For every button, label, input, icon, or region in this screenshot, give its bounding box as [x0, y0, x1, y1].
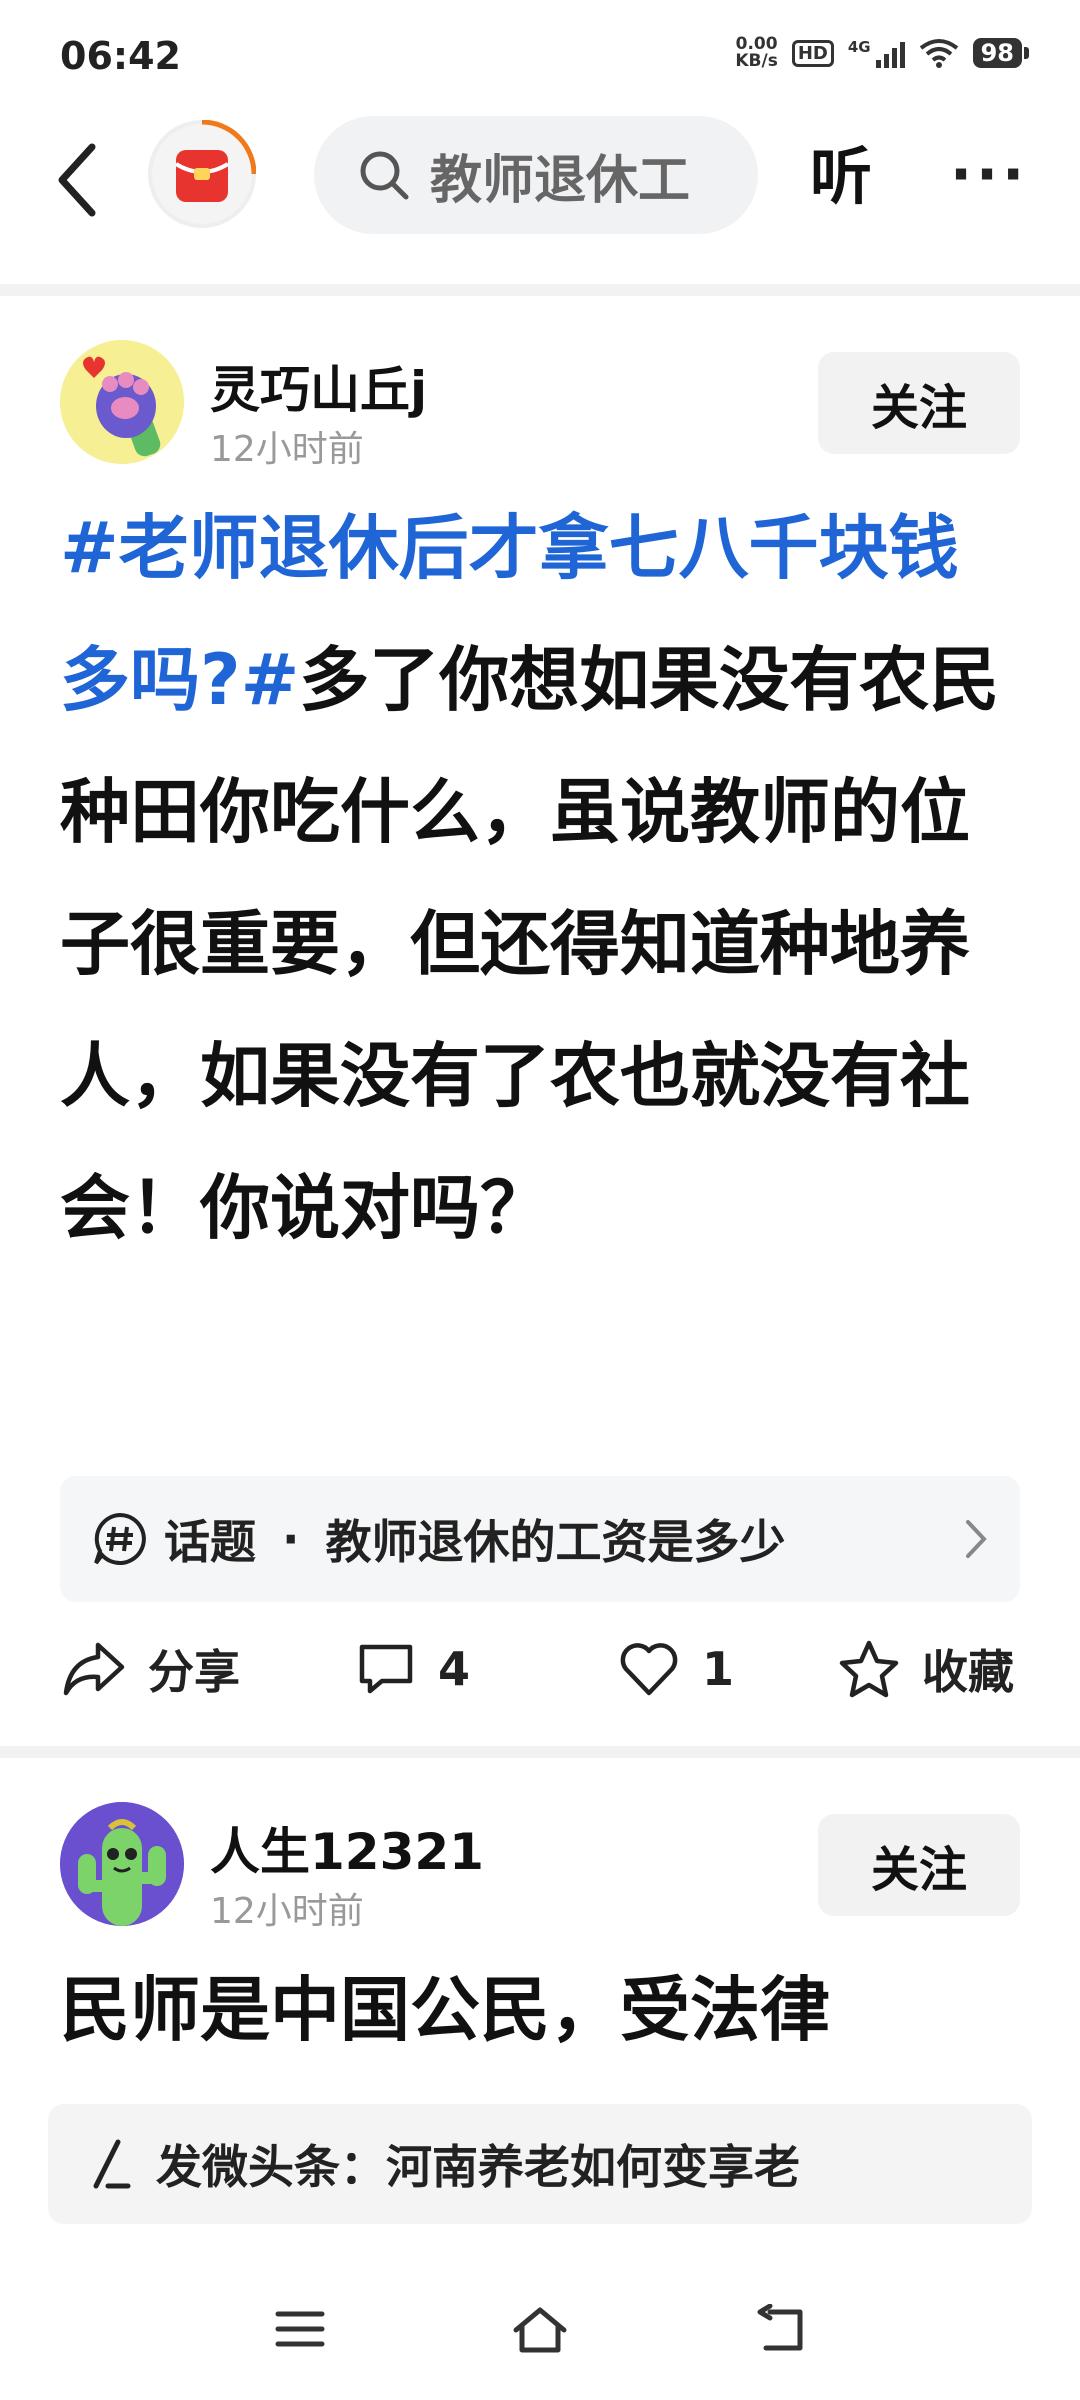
network-speed-unit: KB/s: [735, 51, 778, 71]
post-author-name[interactable]: 人生12321: [210, 1812, 484, 1884]
network-speed: 0.00 KB/s: [735, 36, 777, 70]
screen: 06:42 0.00 KB/s HD 4G 98 教师退休工 听 ··· 灵巧山…: [0, 0, 1080, 2400]
status-icons: 0.00 KB/s HD 4G 98: [735, 36, 1030, 70]
listen-button[interactable]: 听: [810, 126, 872, 216]
cactus-avatar-icon: [60, 1802, 184, 1926]
menu-icon[interactable]: [272, 2304, 328, 2354]
topic-label: 话题: [164, 1515, 256, 1569]
wifi-icon: [919, 39, 958, 68]
avatar[interactable]: [60, 340, 184, 464]
hashtag-bubble-icon: [94, 1512, 146, 1565]
topic-title: 教师退休的工资是多少: [325, 1515, 786, 1569]
comment-icon: [359, 1644, 413, 1694]
search-bar[interactable]: 教师退休工: [314, 116, 758, 234]
comment-button[interactable]: 4: [356, 1624, 470, 1714]
pen-icon: [93, 2139, 131, 2189]
status-bar: 06:42 0.00 KB/s HD 4G 98: [0, 0, 1080, 110]
topic-separator: ·: [282, 1512, 300, 1566]
post-card: 灵巧山丘j 12小时前 关注 #老师退休后才拿七八千块钱多吗?#多了你想如果没有…: [0, 296, 1080, 1746]
paw-avatar-icon: [60, 340, 184, 464]
post-content[interactable]: #老师退休后才拿七八千块钱多吗?#多了你想如果没有农民种田你吃什么，虽说教师的位…: [60, 482, 1020, 1274]
avatar[interactable]: [60, 1802, 184, 1926]
section-divider: [0, 1746, 1080, 1758]
hd-icon: HD: [791, 39, 834, 67]
follow-button[interactable]: 关注: [818, 352, 1020, 454]
favorite-button[interactable]: 收藏: [838, 1624, 1014, 1714]
post-body-text: 民师是中国公民，受法律: [60, 1969, 830, 2051]
back-nav-icon[interactable]: [752, 2304, 808, 2356]
post-timestamp: 12小时前: [210, 429, 364, 470]
share-icon: [63, 1642, 125, 1696]
post-timestamp: 12小时前: [210, 1891, 364, 1932]
post-actions: 分享 4 1 收藏: [0, 1624, 1080, 1714]
section-divider: [0, 284, 1080, 296]
like-button[interactable]: 1: [618, 1624, 734, 1714]
system-navigation-bar: [0, 2270, 1080, 2400]
publish-microtoutiao-bar[interactable]: 发微头条：河南养老如何变享老: [48, 2104, 1032, 2224]
red-packet-icon: [174, 150, 230, 202]
back-arrow-icon[interactable]: [48, 135, 108, 225]
post-author-name[interactable]: 灵巧山丘j: [210, 350, 427, 422]
cellular-signal-icon: 4G: [848, 38, 905, 68]
publish-prompt-text: 发微头条：河南养老如何变享老: [156, 2140, 800, 2194]
star-icon: [839, 1640, 899, 1698]
like-count: 1: [702, 1642, 735, 1696]
post-content[interactable]: 民师是中国公民，受法律: [60, 1944, 1020, 2076]
topic-link[interactable]: 话题 · 教师退休的工资是多少: [60, 1476, 1020, 1602]
heart-icon: [620, 1643, 678, 1696]
home-icon[interactable]: [510, 2304, 570, 2356]
network-type: 4G: [847, 38, 871, 56]
follow-button[interactable]: 关注: [818, 1814, 1020, 1916]
post-body-text: 多了你想如果没有农民种田你吃什么，虽说教师的位子很重要，但还得知道种地养人，如果…: [60, 639, 1000, 1249]
red-packet-reward-button[interactable]: [148, 120, 256, 228]
share-label: 分享: [148, 1645, 240, 1699]
chevron-right-icon: [966, 1520, 987, 1558]
top-bar: 教师退休工 听 ···: [0, 110, 1080, 280]
post-card: 人生12321 12小时前 关注 民师是中国公民，受法律: [0, 1758, 1080, 2098]
share-button[interactable]: 分享: [62, 1624, 240, 1714]
search-icon: [360, 151, 409, 200]
more-options-button[interactable]: ···: [950, 140, 1028, 208]
comment-count: 4: [438, 1642, 471, 1696]
status-time: 06:42: [60, 34, 181, 78]
battery-icon: 98: [972, 38, 1030, 68]
favorite-label: 收藏: [922, 1645, 1014, 1699]
search-query-text: 教师退休工: [430, 150, 691, 211]
